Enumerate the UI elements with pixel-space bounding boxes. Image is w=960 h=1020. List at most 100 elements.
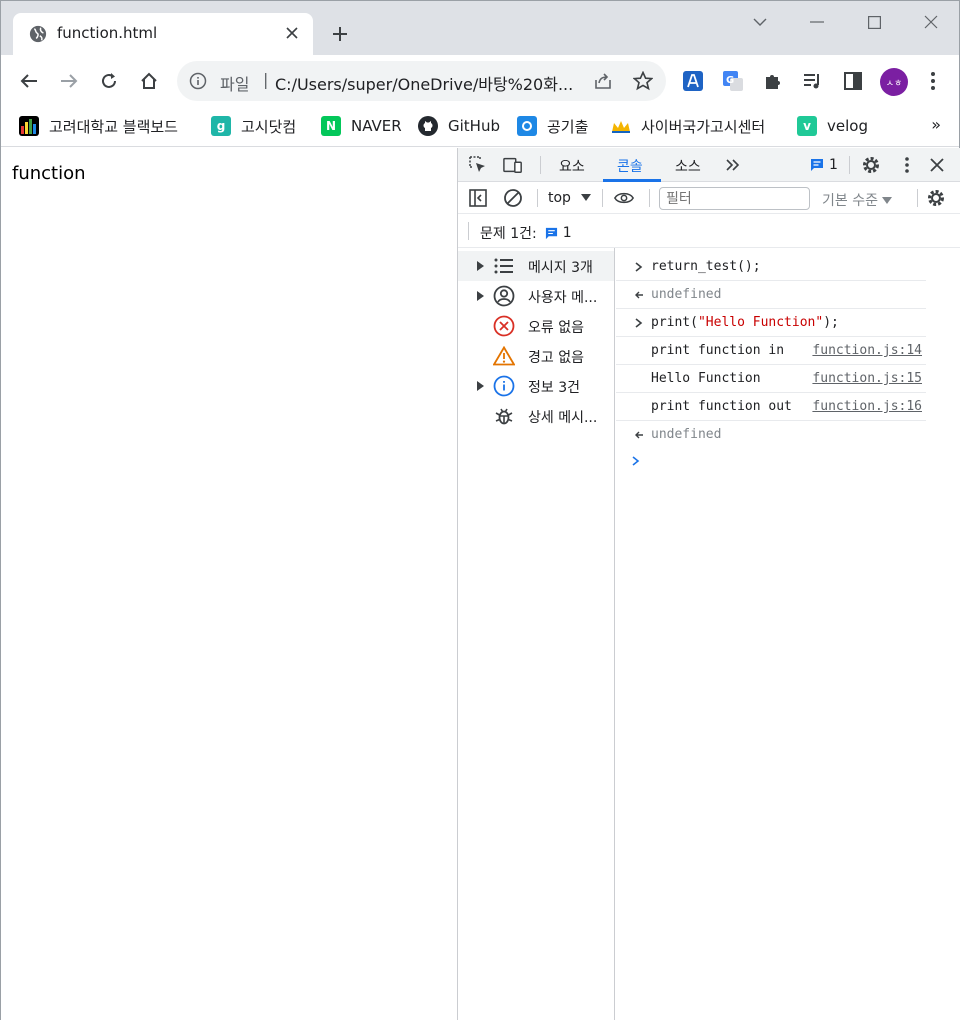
bookmark-label: 고려대학교 블랙보드 [49, 117, 178, 136]
menu-kebab-icon[interactable] [921, 69, 945, 93]
expand-arrow-icon[interactable] [476, 380, 486, 392]
info-icon[interactable] [189, 72, 207, 90]
browser-window: function.html 파일 | C:/Users/super/OneDri… [0, 0, 960, 1020]
list-icon [493, 255, 515, 277]
g-icon: g [211, 116, 231, 136]
console-line-text: print function in [651, 343, 792, 358]
v-icon: v [797, 116, 817, 136]
extensions-puzzle-icon[interactable] [761, 69, 785, 93]
bookmark-label: 사이버국가고시센터 [641, 117, 766, 136]
side-panel-icon[interactable] [841, 69, 865, 93]
divider [649, 189, 650, 207]
more-tabs-chevron-icon[interactable] [723, 155, 743, 175]
divider [468, 222, 469, 240]
divider [540, 156, 541, 174]
code-string-token: "Hello Function" [697, 315, 824, 330]
source-link[interactable]: function.js:16 [812, 399, 922, 414]
devtools-menu-kebab-icon[interactable] [897, 155, 917, 175]
console-settings-gear-icon[interactable] [926, 188, 946, 208]
sidebar-item-label: 상세 메시... [528, 410, 598, 426]
bookmark-item[interactable]: v velog [797, 115, 868, 137]
result-arrow-icon [635, 291, 643, 299]
translate-font-icon[interactable] [681, 69, 705, 93]
media-control-icon[interactable] [801, 69, 825, 93]
user-icon [493, 285, 515, 307]
browser-tab[interactable]: function.html [13, 13, 313, 55]
console-line-text: return_test(); [651, 259, 761, 274]
clear-console-icon[interactable] [503, 188, 523, 208]
bookmark-item[interactable]: N NAVER [321, 115, 402, 137]
sidebar-item-info[interactable]: 정보 3건 [458, 371, 614, 401]
issues-badge[interactable]: 1 [810, 157, 838, 173]
bookmark-item[interactable]: 고려대학교 블랙보드 [19, 115, 178, 137]
log-levels-dropdown[interactable]: 기본 수준 [822, 190, 893, 210]
bookmark-label: NAVER [351, 117, 402, 135]
close-devtools-icon[interactable] [927, 155, 947, 175]
address-bar[interactable]: 파일 | C:/Users/super/OneDrive/바탕%20화... [177, 61, 666, 101]
expand-arrow-icon[interactable] [476, 260, 486, 272]
filter-input[interactable] [659, 187, 810, 210]
tab-elements[interactable]: 요소 [559, 156, 585, 176]
source-link[interactable]: function.js:14 [812, 343, 922, 358]
page-viewport: function [1, 148, 457, 1020]
forward-arrow-icon[interactable] [56, 68, 82, 94]
profile-avatar[interactable]: ㅅㅎ [880, 68, 908, 96]
divider [917, 189, 918, 207]
settings-gear-icon[interactable] [861, 155, 881, 175]
bookmarks-overflow-button[interactable]: » [931, 115, 941, 134]
maximize-icon[interactable] [861, 9, 887, 35]
code-token: print( [651, 315, 698, 330]
sidebar-item-errors[interactable]: 오류 없음 [458, 311, 614, 341]
live-expression-eye-icon[interactable] [614, 188, 634, 208]
share-icon[interactable] [593, 71, 613, 91]
error-icon [493, 315, 515, 337]
sidebar-item-warnings[interactable]: 경고 없음 [458, 341, 614, 371]
tab-search-icon[interactable] [747, 9, 773, 35]
crown-icon [611, 116, 631, 136]
console-line-text: undefined [651, 427, 722, 442]
issues-bar[interactable]: 문제 1건: 1 [458, 214, 960, 248]
back-arrow-icon[interactable] [16, 68, 42, 94]
sidebar-toggle-icon[interactable] [468, 188, 488, 208]
bookmark-item[interactable]: GitHub [418, 115, 500, 137]
bookmark-item[interactable]: g 고시닷컴 [211, 115, 296, 137]
inspect-element-icon[interactable] [468, 155, 488, 175]
console-output[interactable]: return_test(); undefined print("Hello Fu… [616, 248, 960, 1020]
url-separator: | [263, 70, 269, 89]
console-prompt-chevron-icon[interactable] [630, 454, 642, 468]
close-window-icon[interactable] [918, 9, 944, 35]
device-toolbar-icon[interactable] [503, 155, 523, 175]
sidebar-item-user-messages[interactable]: 사용자 메... [458, 281, 614, 311]
input-chevron-icon [635, 318, 643, 328]
minimize-icon[interactable] [804, 9, 830, 35]
github-icon [418, 116, 438, 136]
bookmark-star-icon[interactable] [633, 71, 653, 91]
new-tab-button[interactable] [327, 21, 353, 47]
globe-icon [29, 25, 47, 43]
context-select[interactable]: top [548, 190, 591, 206]
tab-console[interactable]: 콘솔 [617, 156, 643, 176]
source-link[interactable]: function.js:15 [812, 371, 922, 386]
tab-sources[interactable]: 소스 [675, 156, 701, 176]
console-line-text: Hello Function [651, 371, 761, 386]
bookmarks-bar: 고려대학교 블랙보드 g 고시닷컴 N NAVER GitHub 공기출 사이버… [1, 107, 959, 147]
bookmark-item[interactable]: 사이버국가고시센터 [611, 115, 765, 137]
info-icon [493, 375, 515, 397]
console-line-log: Hello Function function.js:15 [616, 365, 926, 393]
close-tab-icon[interactable] [281, 22, 303, 44]
sidebar-item-messages[interactable]: 메시지 3개 [458, 251, 614, 281]
divider [602, 189, 603, 207]
sidebar-item-label: 사용자 메... [528, 290, 598, 306]
google-translate-icon[interactable]: G [721, 69, 745, 93]
message-icon [811, 159, 823, 171]
bookmark-item[interactable]: 공기출 [517, 115, 588, 137]
reload-icon[interactable] [96, 68, 122, 94]
console-line-result: undefined [616, 421, 926, 449]
home-icon[interactable] [136, 68, 162, 94]
url-text[interactable]: C:/Users/super/OneDrive/바탕%20화... [275, 71, 580, 95]
expand-arrow-icon[interactable] [476, 290, 486, 302]
browser-toolbar: 파일 | C:/Users/super/OneDrive/바탕%20화... G [1, 55, 959, 107]
code-token: ); [823, 315, 839, 330]
sidebar-item-verbose[interactable]: 상세 메시... [458, 401, 614, 431]
issues-badge-count: 1 [829, 157, 838, 173]
